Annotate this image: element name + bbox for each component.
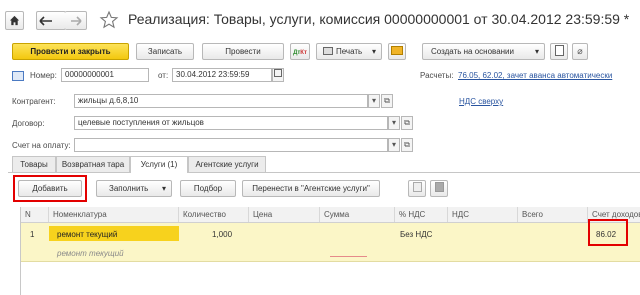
income-account-highlight	[588, 219, 628, 246]
dt-kt-button[interactable]: ДтКт	[290, 43, 310, 60]
post-button[interactable]: Провести	[202, 43, 284, 60]
col-nomenclature[interactable]: Номенклатура	[49, 207, 179, 222]
tab-services[interactable]: Услуги (1)	[130, 156, 188, 173]
document-icon	[554, 45, 564, 56]
tabs-baseline	[8, 172, 640, 173]
forward-button[interactable]	[65, 11, 87, 30]
row-vat-rate[interactable]: Без НДС	[400, 230, 432, 239]
calendar-button[interactable]	[272, 68, 284, 82]
report-button[interactable]	[550, 43, 568, 60]
create-based-on-button[interactable]: Создать на основании ▾	[422, 43, 545, 60]
invoice-field[interactable]	[74, 138, 388, 152]
post-and-close-button[interactable]: Провести и закрыть	[12, 43, 129, 60]
save-button[interactable]: Записать	[136, 43, 194, 60]
paste-icon	[434, 182, 444, 192]
open-link-icon: ⧉	[404, 118, 410, 127]
counterparty-label: Контрагент:	[12, 97, 56, 106]
printer-icon	[323, 47, 333, 55]
page-title: Реализация: Товары, услуги, комиссия 000…	[128, 11, 630, 27]
col-vat[interactable]: НДС	[448, 207, 518, 222]
copy-button[interactable]	[408, 180, 426, 197]
dt-kt-icon: ДтКт	[293, 50, 307, 56]
copy-icon	[412, 182, 422, 192]
arrow-right-icon	[70, 16, 82, 26]
invoice-open-button[interactable]: ⧉	[401, 138, 413, 152]
chevron-down-icon: ▾	[534, 47, 539, 56]
fill-label: Заполнить	[109, 184, 149, 193]
calculations-label: Расчеты:	[420, 71, 454, 80]
date-field[interactable]: 30.04.2012 23:59:59	[172, 68, 272, 82]
counterparty-open-button[interactable]: ⧉	[381, 94, 393, 108]
email-button[interactable]	[388, 43, 406, 60]
arrow-left-icon	[39, 16, 52, 26]
dropdown-icon: ▾	[391, 118, 396, 127]
row-nomenclature-content: ремонт текущий	[57, 249, 124, 258]
print-label: Печать	[336, 47, 363, 56]
tab-agent-services[interactable]: Агентские услуги	[188, 156, 266, 172]
open-link-icon: ⧉	[384, 96, 390, 105]
row-nomenclature[interactable]: ремонт текущий	[57, 230, 117, 239]
row-quantity[interactable]: 1,000	[212, 230, 232, 239]
calculations-link[interactable]: 76.05, 62.02, зачет аванса автоматически	[458, 71, 612, 80]
envelope-icon	[391, 46, 403, 55]
col-vat-rate[interactable]: % НДС	[395, 207, 448, 222]
contract-label: Договор:	[12, 119, 45, 128]
document-icon	[12, 71, 24, 81]
dropdown-icon: ▾	[391, 140, 396, 149]
create-based-label: Создать на основании	[431, 47, 514, 56]
paperclip-icon: ⌀	[577, 46, 583, 56]
number-field[interactable]: 00000000001	[61, 68, 149, 82]
dropdown-icon: ▾	[371, 96, 376, 105]
contract-open-button[interactable]: ⧉	[401, 116, 413, 130]
select-button[interactable]: Подбор	[180, 180, 236, 197]
transfer-to-agent-services-button[interactable]: Перенести в "Агентские услуги"	[242, 180, 380, 197]
home-button[interactable]	[5, 11, 24, 30]
attach-button[interactable]: ⌀	[572, 43, 588, 60]
back-button[interactable]	[36, 11, 66, 30]
date-label: от:	[158, 71, 169, 80]
col-total[interactable]: Всего	[518, 207, 588, 222]
home-icon	[9, 15, 20, 26]
vat-link[interactable]: НДС сверху	[459, 97, 503, 106]
col-n[interactable]: N	[21, 207, 49, 222]
contract-dropdown-button[interactable]: ▾	[388, 116, 400, 130]
contract-field[interactable]: целевые поступления от жильцов	[74, 116, 388, 130]
row-number: 1	[30, 230, 35, 239]
chevron-down-icon: ▾	[371, 47, 376, 56]
number-label: Номер:	[30, 71, 57, 80]
calendar-icon	[274, 69, 282, 77]
paste-button[interactable]	[430, 180, 448, 197]
tab-returnable-containers[interactable]: Возвратная тара	[56, 156, 130, 172]
open-link-icon: ⧉	[404, 140, 410, 149]
col-quantity[interactable]: Количество	[179, 207, 249, 222]
star-icon[interactable]	[99, 10, 119, 30]
fill-button[interactable]: Заполнить ▾	[96, 180, 172, 197]
add-button-highlight	[13, 175, 87, 202]
counterparty-dropdown-button[interactable]: ▾	[368, 94, 380, 108]
counterparty-field[interactable]: жильцы д.6,8,10	[74, 94, 368, 108]
col-sum[interactable]: Сумма	[320, 207, 395, 222]
tab-goods[interactable]: Товары	[12, 156, 56, 172]
invoice-dropdown-button[interactable]: ▾	[388, 138, 400, 152]
col-price[interactable]: Цена	[249, 207, 320, 222]
sum-cell-underline	[330, 256, 367, 257]
print-button[interactable]: Печать ▾	[316, 43, 382, 60]
chevron-down-icon: ▾	[161, 184, 166, 193]
invoice-label: Счет на оплату:	[12, 141, 71, 150]
